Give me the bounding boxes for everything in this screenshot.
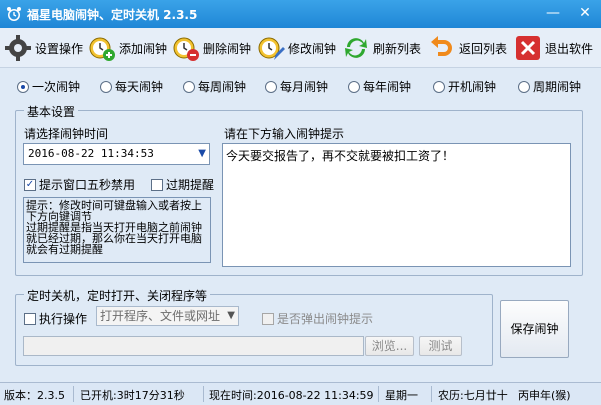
popup-alarm-checkbox-label: 是否弹出闹钟提示 [277, 312, 374, 326]
edit-alarm-label: 修改闹钟 [288, 41, 337, 56]
radio-once-dot [17, 80, 29, 93]
status-weekday: 星期一 [385, 389, 418, 402]
popup-disable-checkbox-box: ✓ [24, 178, 36, 191]
status-bar: 版本：2.3.5 已开机:3时17分31秒 现在时间:2016-08-22 11… [0, 382, 601, 405]
alarm-message-textarea[interactable]: 今天要交报告了，再不交就要被扣工资了！ [222, 143, 571, 267]
test-button[interactable]: 测试 [419, 336, 462, 356]
status-version: 版本：2.3.5 [4, 389, 65, 402]
settings-label: 设置操作 [35, 41, 84, 56]
radio-periodic[interactable]: 周期闹钟 [518, 78, 581, 95]
execute-operation-checkbox-label: 执行操作 [39, 312, 88, 326]
edit-alarm-button[interactable]: 修改闹钟 [257, 32, 336, 64]
basic-settings-legend: 基本设置 [24, 103, 79, 120]
status-ganzhi-year: 丙申年(猴) [518, 389, 571, 402]
return-list-button[interactable]: 返回列表 [428, 32, 507, 64]
radio-startup-label: 开机闹钟 [448, 80, 497, 94]
program-select[interactable]: 打开程序、文件或网址 ▼ [96, 306, 239, 326]
radio-periodic-label: 周期闹钟 [533, 80, 582, 94]
return-list-label: 返回列表 [459, 41, 508, 56]
alarm-message-label: 请在下方输入闹钟提示 [224, 127, 345, 141]
refresh-icon [345, 38, 367, 58]
overdue-reminder-checkbox[interactable]: 过期提醒 [151, 176, 214, 193]
alarm-time-value: 2016-08-22 11:34:53 [28, 147, 154, 160]
radio-monthly[interactable]: 每月闹钟 [265, 78, 328, 95]
radio-daily-dot [100, 80, 112, 93]
radio-yearly-dot [348, 80, 360, 93]
overdue-reminder-checkbox-box [151, 178, 163, 191]
radio-once-label: 一次闹钟 [32, 80, 81, 94]
window-title: 福星电脑闹钟、定时关机 2.3.5 [27, 8, 198, 22]
radio-daily-label: 每天闹钟 [115, 80, 164, 94]
radio-weekly-dot [183, 80, 195, 93]
refresh-list-button[interactable]: 刷新列表 [342, 32, 421, 64]
radio-weekly[interactable]: 每周闹钟 [183, 78, 246, 95]
status-lunar-date: 农历:七月廿十 [438, 389, 508, 402]
return-arrow-icon [431, 36, 452, 56]
radio-startup-dot [433, 80, 445, 93]
status-divider [203, 386, 204, 402]
alarm-clock-app-icon [7, 7, 21, 21]
exit-icon [516, 36, 540, 60]
status-divider [73, 386, 74, 402]
shutdown-legend: 定时关机，定时打开、关闭程序等 [24, 287, 211, 304]
alarm-clock-delete-icon [173, 37, 199, 61]
hint-text-content: 提示：修改时间可键盘输入或者按上下方向键调节 过期提醒是指当天打开电脑之前闹钟就… [26, 199, 202, 256]
toolbar: 设置操作 添加闹钟 删除闹钟 修改闹钟 刷新列表 返回列表 退出软件 [0, 28, 601, 68]
radio-yearly-label: 每年闹钟 [363, 80, 412, 94]
popup-alarm-checkbox[interactable]: 是否弹出闹钟提示 [262, 310, 373, 327]
execute-operation-checkbox[interactable]: 执行操作 [24, 310, 87, 327]
chevron-down-icon[interactable]: ▼ [198, 144, 206, 164]
radio-daily[interactable]: 每天闹钟 [100, 78, 163, 95]
radio-weekly-label: 每周闹钟 [198, 80, 247, 94]
alarm-clock-edit-icon [258, 37, 285, 60]
settings-button[interactable]: 设置操作 [4, 32, 83, 64]
minimize-button[interactable]: — [540, 2, 566, 24]
radio-yearly[interactable]: 每年闹钟 [348, 78, 411, 95]
status-divider [431, 386, 432, 402]
popup-alarm-checkbox-box [262, 312, 274, 325]
close-button[interactable]: ✕ [572, 2, 598, 24]
add-alarm-button[interactable]: 添加闹钟 [88, 32, 167, 64]
alarm-type-radio-group: 一次闹钟 每天闹钟 每周闹钟 每月闹钟 每年闹钟 开机闹钟 周期闹钟 [0, 74, 601, 96]
execute-operation-checkbox-box [24, 312, 36, 325]
delete-alarm-label: 删除闹钟 [203, 41, 252, 56]
radio-once[interactable]: 一次闹钟 [17, 78, 80, 95]
alarm-time-picker[interactable]: 2016-08-22 11:34:53 ▼ [23, 143, 210, 165]
alarm-time-label: 请选择闹钟时间 [24, 127, 109, 141]
title-bar: 福星电脑闹钟、定时关机 2.3.5 — ✕ [0, 0, 601, 28]
exit-button[interactable]: 退出软件 [514, 32, 593, 64]
popup-disable-checkbox-label: 提示窗口五秒禁用 [39, 178, 136, 192]
program-path-input[interactable] [23, 336, 364, 356]
radio-monthly-dot [265, 80, 277, 93]
hint-text: 提示：修改时间可键盘输入或者按上下方向键调节 过期提醒是指当天打开电脑之前闹钟就… [23, 197, 211, 263]
delete-alarm-button[interactable]: 删除闹钟 [172, 32, 251, 64]
gear-icon [5, 35, 31, 61]
radio-startup[interactable]: 开机闹钟 [433, 78, 496, 95]
radio-monthly-label: 每月闹钟 [280, 80, 329, 94]
program-select-value: 打开程序、文件或网址 [100, 309, 221, 323]
popup-disable-checkbox[interactable]: ✓ 提示窗口五秒禁用 [24, 176, 135, 193]
refresh-list-label: 刷新列表 [373, 41, 422, 56]
browse-button[interactable]: 浏览... [365, 336, 414, 356]
alarm-message-value: 今天要交报告了，再不交就要被扣工资了！ [226, 149, 455, 163]
overdue-reminder-checkbox-label: 过期提醒 [166, 178, 215, 192]
status-current-time: 现在时间:2016-08-22 11:34:59 [209, 389, 374, 402]
alarm-clock-add-icon [89, 37, 115, 61]
exit-label: 退出软件 [545, 41, 594, 56]
status-divider [378, 386, 379, 402]
chevron-down-icon[interactable]: ▼ [227, 307, 235, 325]
status-uptime: 已开机:3时17分31秒 [80, 389, 185, 402]
save-alarm-button[interactable]: 保存闹钟 [500, 300, 569, 358]
add-alarm-label: 添加闹钟 [119, 41, 168, 56]
radio-periodic-dot [518, 80, 530, 93]
